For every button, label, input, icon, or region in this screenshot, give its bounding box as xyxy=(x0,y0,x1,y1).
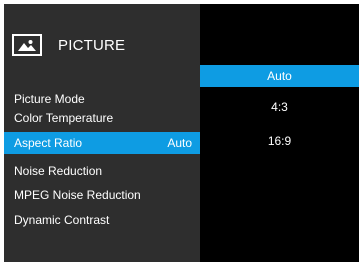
menu-item-mpeg-noise-reduction[interactable]: MPEG Noise Reduction xyxy=(4,184,200,206)
menu-item-aspect-ratio[interactable]: Aspect Ratio Auto xyxy=(4,132,200,154)
option-4-3[interactable]: 4:3 xyxy=(200,96,359,118)
menu-item-label: MPEG Noise Reduction xyxy=(14,188,141,202)
menu-item-label: Color Temperature xyxy=(14,111,114,125)
options-panel: Auto 4:3 16:9 xyxy=(200,4,359,262)
menu-item-color-temperature[interactable]: Color Temperature xyxy=(4,107,200,129)
picture-icon xyxy=(12,34,42,56)
menu-item-label: Aspect Ratio xyxy=(14,136,83,150)
menu-item-label: Noise Reduction xyxy=(14,164,103,178)
menu-panel: PICTURE Picture Mode Color Temperature A… xyxy=(4,4,200,262)
option-label: 4:3 xyxy=(271,100,288,114)
option-16-9[interactable]: 16:9 xyxy=(200,130,359,152)
option-label: 16:9 xyxy=(267,134,292,148)
menu-item-value: Auto xyxy=(167,136,192,150)
menu-item-noise-reduction[interactable]: Noise Reduction xyxy=(4,160,200,182)
menu-item-label: Picture Mode xyxy=(14,92,85,106)
menu-title: PICTURE xyxy=(58,36,126,54)
menu-item-label: Dynamic Contrast xyxy=(14,213,110,227)
menu-item-dynamic-contrast[interactable]: Dynamic Contrast xyxy=(4,209,200,231)
option-auto[interactable]: Auto xyxy=(200,65,359,87)
tv-menu-frame: PICTURE Picture Mode Color Temperature A… xyxy=(4,4,359,262)
menu-header: PICTURE xyxy=(12,30,125,60)
option-label: Auto xyxy=(267,69,292,83)
